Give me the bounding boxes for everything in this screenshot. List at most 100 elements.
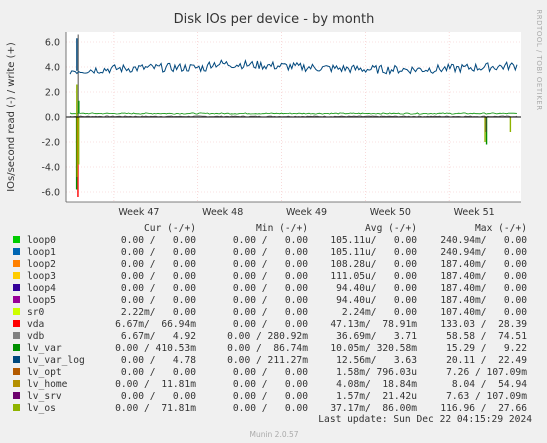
legend-cur-lv_home: 0.00 / 11.81m [115,379,196,390]
x-tick-label: Week 50 [370,207,411,218]
legend-cur-sr0: 2.22m/ 0.00 [121,307,196,318]
legend-cur-loop2: 0.00 / 0.00 [121,259,196,270]
legend-swatch-loop0 [13,236,20,243]
legend-avg-lv_opt: 1.58m/ 796.03u [336,367,417,378]
legend-cur-lv_opt: 0.00 / 0.00 [121,367,196,378]
legend-avg-lv_srv: 1.57m/ 21.42u [336,391,417,402]
legend-name-lv_srv: lv_srv [27,391,62,402]
y-tick-label: 0.0 [45,113,60,124]
legend-min-sr0: 0.00 / 0.00 [233,307,308,318]
legend-max-vdb: 58.58 / 74.51 [446,331,527,342]
legend-swatch-lv_var_log [13,356,20,363]
legend-min-loop2: 0.00 / 0.00 [233,259,308,270]
legend-max-lv_srv: 7.63 / 107.09m [446,391,527,402]
legend-max-vda: 133.03 / 28.39 [440,319,527,330]
legend-header-min: Min (-/+) [256,223,308,234]
legend-min-loop4: 0.00 / 0.00 [233,283,308,294]
legend-name-loop5: loop5 [27,295,56,306]
legend-name-vda: vda [27,319,44,330]
legend-name-lv_var: lv_var [27,343,62,354]
legend-name-sr0: sr0 [27,307,45,318]
chart: Disk IOs per device - by month IOs/secon… [0,0,547,443]
legend-avg-lv_var: 10.05m/ 320.58m [330,343,417,354]
legend-cur-lv_var: 0.00 / 410.53m [115,343,196,354]
legend-min-lv_srv: 0.00 / 0.00 [233,391,308,402]
y-tick-label: -4.0 [41,163,60,174]
legend-avg-loop4: 94.40u/ 0.00 [336,283,417,294]
legend-max-lv_var: 15.29 / 9.22 [446,343,527,354]
legend-swatch-loop5 [13,296,20,303]
legend-header-max: Max (-/+) [475,223,527,234]
legend-cur-vdb: 6.67m/ 4.92 [121,331,196,342]
legend-swatch-vdb [13,332,20,339]
legend-max-lv_os: 116.96 / 27.66 [440,403,527,414]
legend-name-lv_home: lv_home [27,379,68,390]
legend-name-lv_var_log: lv_var_log [27,355,85,366]
legend-max-loop5: 187.40m/ 0.00 [440,295,527,306]
legend-cur-lv_var_log: 0.00 / 4.78 [121,355,196,366]
legend-cur-loop0: 0.00 / 0.00 [121,235,196,246]
legend-min-loop1: 0.00 / 0.00 [233,247,308,258]
y-tick-label: 6.0 [45,38,60,49]
legend-swatch-lv_os [13,404,20,411]
legend-swatch-lv_var [13,344,20,351]
chart-svg: Disk IOs per device - by month IOs/secon… [0,0,547,443]
legend-avg-lv_os: 37.17m/ 86.00m [330,403,417,414]
legend-cur-loop1: 0.00 / 0.00 [121,247,196,258]
y-tick-label: -6.0 [41,188,60,199]
legend-swatch-vda [13,320,20,327]
legend-name-loop0: loop0 [27,235,56,246]
x-tick-label: Week 48 [202,207,243,218]
legend-max-sr0: 107.40m/ 0.00 [440,307,527,318]
legend-name-vdb: vdb [27,331,45,342]
legend-swatch-sr0 [13,308,20,315]
legend-cur-loop3: 0.00 / 0.00 [121,271,196,282]
legend-min-loop0: 0.00 / 0.00 [233,235,308,246]
legend-max-loop1: 240.94m/ 0.00 [440,247,527,258]
legend-name-lv_opt: lv_opt [27,367,62,378]
legend-cur-loop4: 0.00 / 0.00 [121,283,196,294]
legend-avg-vda: 47.13m/ 78.91m [330,319,417,330]
x-tick-label: Week 49 [286,207,327,218]
legend-cur-lv_srv: 0.00 / 0.00 [121,391,196,402]
legend-swatch-loop2 [13,260,20,267]
legend-avg-loop2: 108.28u/ 0.00 [330,259,417,270]
legend-swatch-lv_srv [13,392,20,399]
legend-name-loop1: loop1 [27,247,56,258]
legend-max-loop4: 187.40m/ 0.00 [440,283,527,294]
legend-avg-loop0: 105.11u/ 0.00 [330,235,417,246]
legend-name-lv_os: lv_os [27,403,56,414]
legend-min-loop5: 0.00 / 0.00 [233,295,308,306]
legend-max-lv_opt: 7.26 / 107.09m [446,367,527,378]
y-axis-label: IOs/second read (-) / write (+) [6,42,17,192]
legend-avg-vdb: 36.69m/ 3.71 [336,331,417,342]
y-tick-label: -2.0 [41,138,60,149]
legend-avg-lv_var_log: 12.56m/ 3.63 [336,355,417,366]
legend-avg-lv_home: 4.08m/ 18.84m [336,379,417,390]
legend-min-lv_var_log: 0.00 / 211.27m [227,355,308,366]
legend-min-lv_home: 0.00 / 0.00 [233,379,308,390]
legend-cur-loop5: 0.00 / 0.00 [121,295,196,306]
chart-title: Disk IOs per device - by month [174,12,375,27]
legend-header-avg: Avg (-/+) [365,223,417,234]
legend-max-lv_var_log: 20.11 / 22.49 [446,355,527,366]
legend-max-loop2: 187.40m/ 0.00 [440,259,527,270]
legend-min-loop3: 0.00 / 0.00 [233,271,308,282]
legend-name-loop4: loop4 [27,283,56,294]
legend-swatch-lv_opt [13,368,20,375]
side-watermark: RRDTOOL / TOBI OETIKER [535,9,543,110]
y-tick-label: 2.0 [45,88,60,99]
legend-avg-loop1: 105.11u/ 0.00 [330,247,417,258]
legend-min-lv_os: 0.00 / 0.00 [233,403,308,414]
legend-swatch-loop3 [13,272,20,279]
legend-min-lv_var: 0.00 / 86.74m [227,343,308,354]
legend-swatch-loop4 [13,284,20,291]
legend-cur-lv_os: 0.00 / 71.81m [115,403,196,414]
x-tick-label: Week 47 [118,207,159,218]
legend-swatch-loop1 [13,248,20,255]
legend-avg-loop3: 111.05u/ 0.00 [330,271,417,282]
legend-header-cur: Cur (-/+) [144,223,196,234]
legend-avg-sr0: 2.24m/ 0.00 [342,307,417,318]
legend-min-vda: 0.00 / 0.00 [233,319,308,330]
legend-max-loop0: 240.94m/ 0.00 [440,235,527,246]
